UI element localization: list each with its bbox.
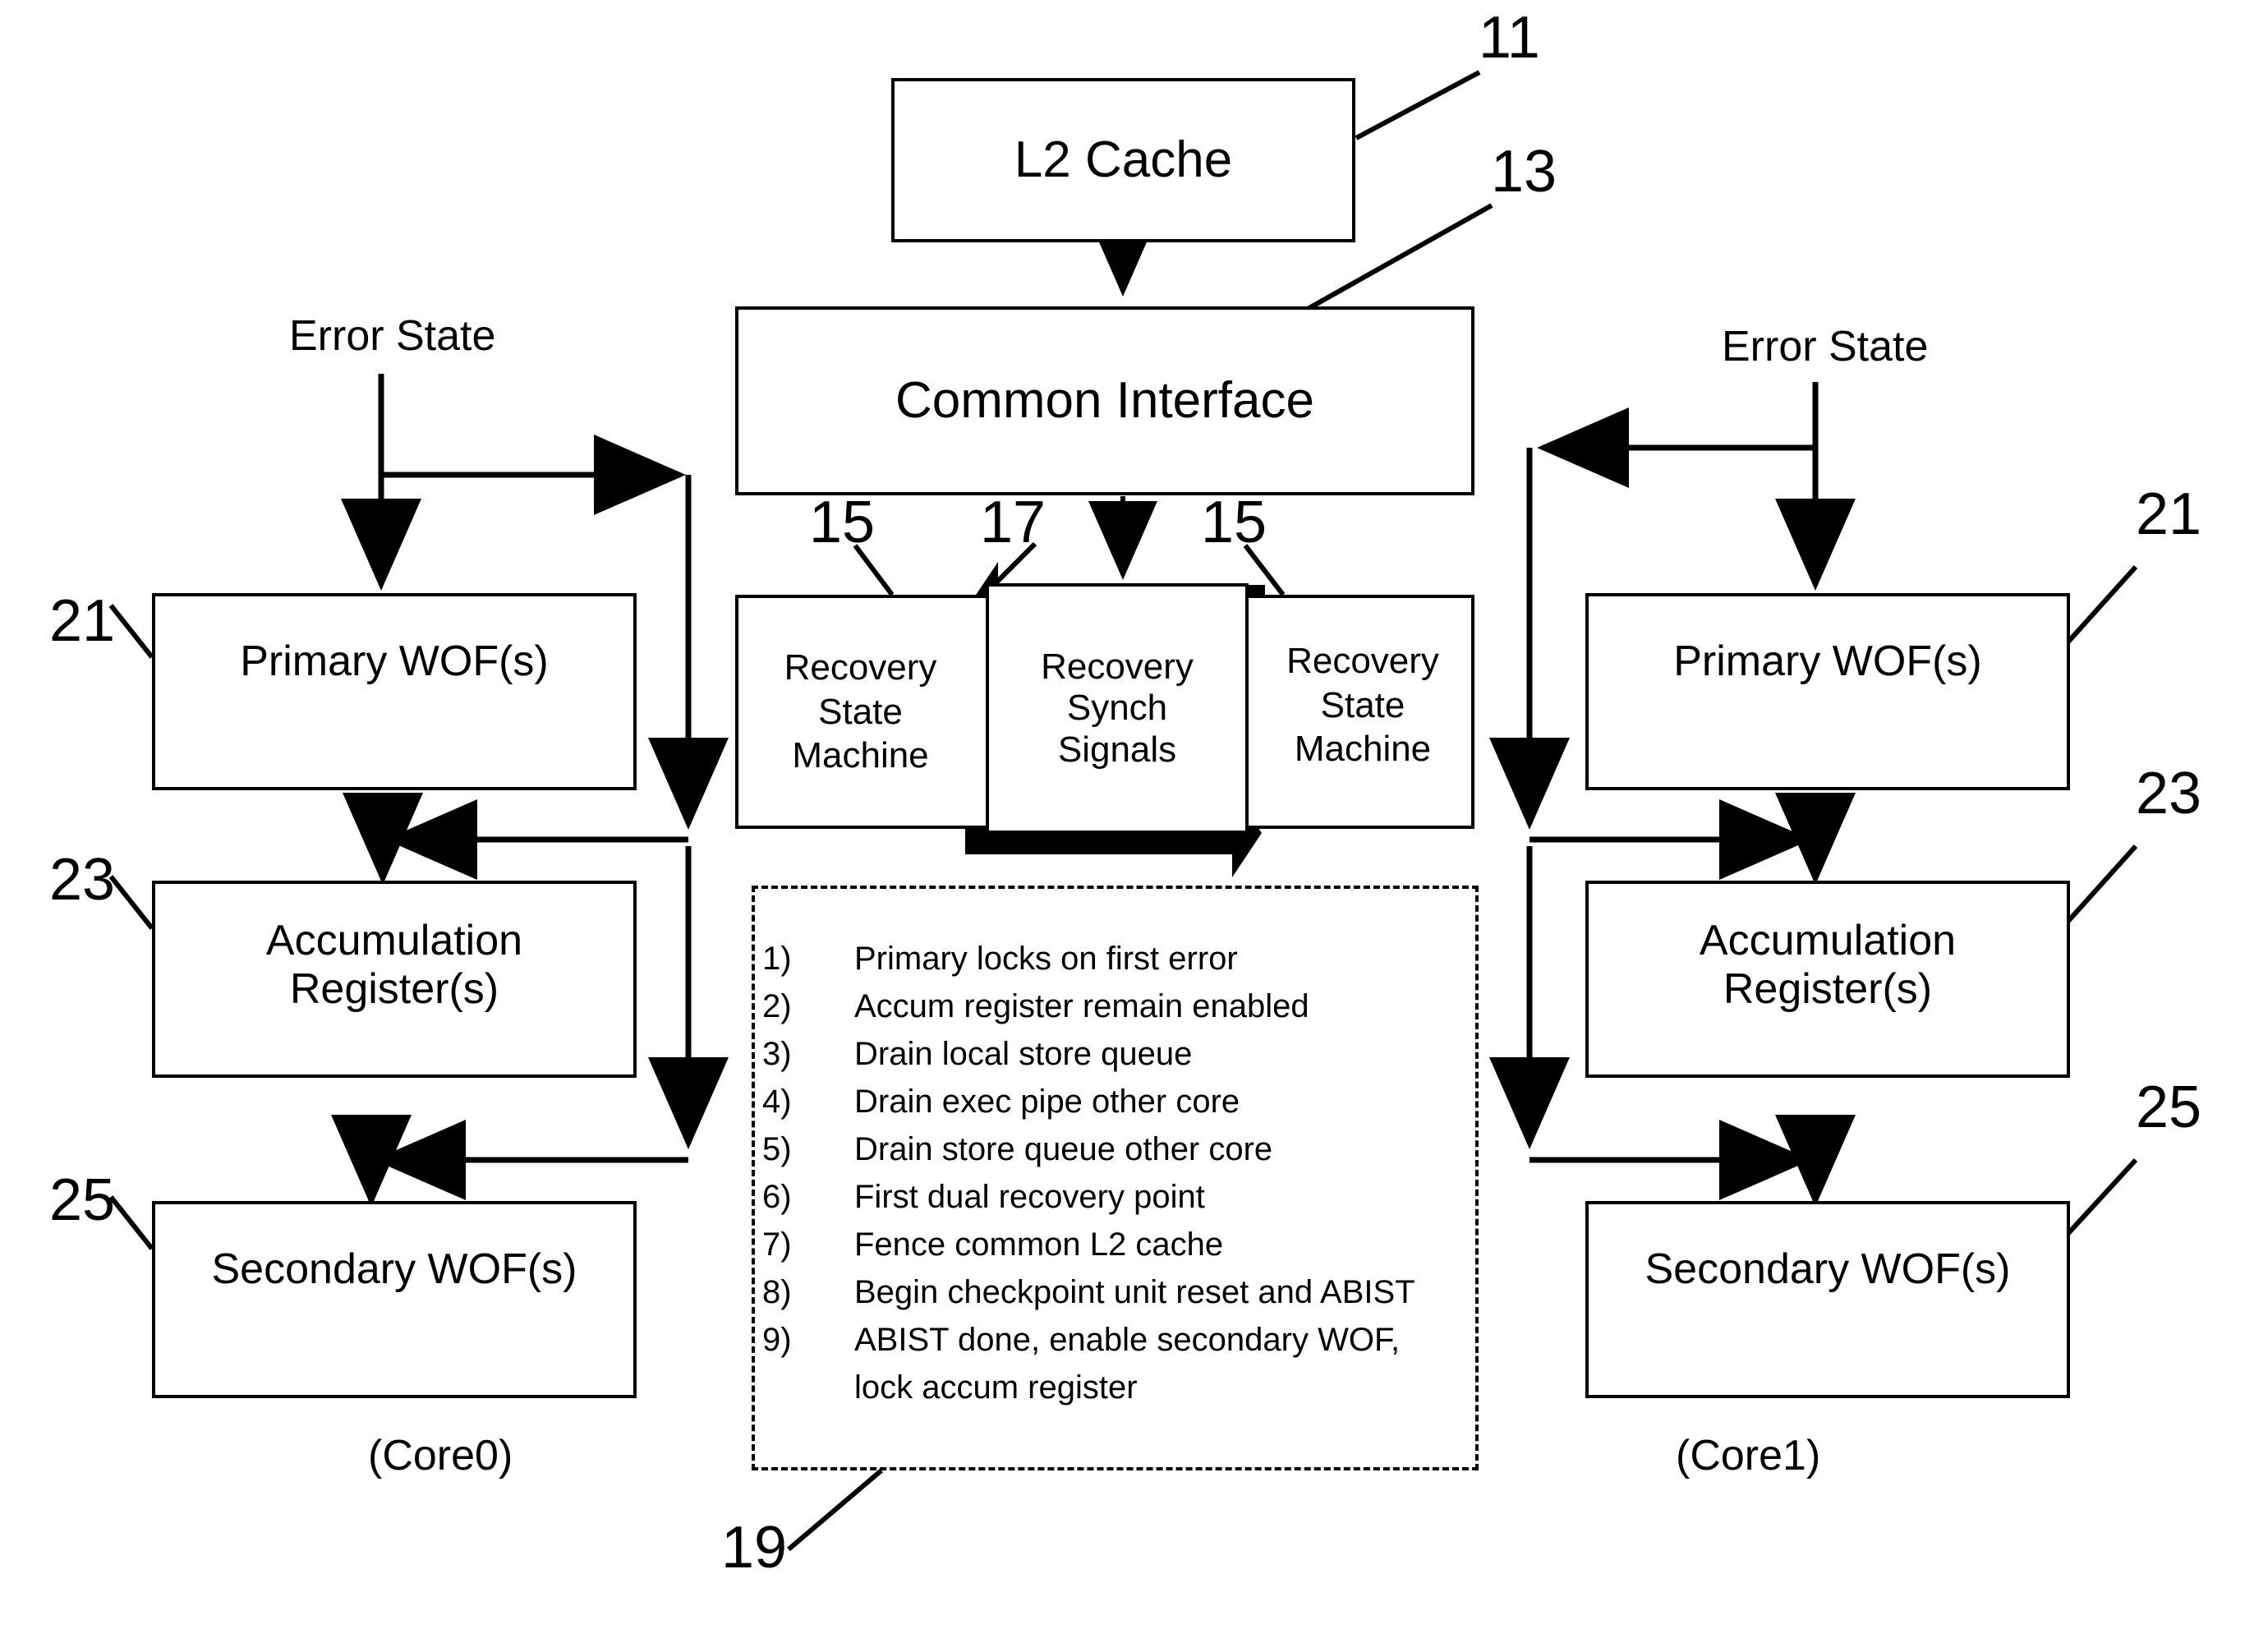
list-item-number: 5) xyxy=(762,1131,792,1167)
callout-leader-25-core0 xyxy=(108,1195,154,1250)
core0-error-state-label: Error State xyxy=(289,312,496,360)
list-item-number: 8) xyxy=(762,1274,792,1310)
list-item-text: Begin checkpoint unit reset and ABIST xyxy=(854,1274,1415,1310)
core0-secondary-wof-label: Secondary WOF(s) xyxy=(211,1245,577,1293)
list-item: 6) First dual recovery point xyxy=(762,1173,1473,1221)
core1-bus-to-secondary-wof xyxy=(1530,1115,1856,1207)
core0-primary-wof-box[interactable]: Primary WOF(s) xyxy=(152,593,637,790)
recovery-steps-list: 1) Primary locks on first error 2) Accum… xyxy=(762,935,1473,1411)
recovery-synch-signals-box[interactable]: Recovery Synch Signals xyxy=(986,583,1249,834)
list-item-number: 6) xyxy=(762,1179,792,1215)
core0-accumulation-register-box[interactable]: Accumulation Register(s) xyxy=(152,881,637,1078)
callout-19: 19 xyxy=(721,1515,788,1581)
list-item: 5) Drain store queue other core xyxy=(762,1125,1473,1173)
core0-accumulation-register-label: Accumulation Register(s) xyxy=(265,917,523,1014)
callout-leader-21-core0 xyxy=(108,604,154,659)
list-item-continuation: lock accum register xyxy=(854,1369,1138,1406)
core1-secondary-wof-label: Secondary WOF(s) xyxy=(1644,1245,2011,1293)
list-item: 3) Drain local store queue xyxy=(762,1030,1473,1078)
list-item-number: 1) xyxy=(762,941,792,977)
recovery-state-machine-left-label: Recovery State Machine xyxy=(784,647,937,776)
callout-leader-11 xyxy=(1355,70,1481,140)
list-item: 2) Accum register remain enabled xyxy=(762,982,1473,1030)
core1-primary-wof-label: Primary WOF(s) xyxy=(1673,637,1982,685)
list-item: 1) Primary locks on first error xyxy=(762,935,1473,982)
list-item-text: Accum register remain enabled xyxy=(854,988,1309,1024)
list-item: 8) Begin checkpoint unit reset and ABIST xyxy=(762,1268,1473,1316)
core1-accumulation-register-box[interactable]: Accumulation Register(s) xyxy=(1585,881,2070,1078)
list-item-number: 3) xyxy=(762,1036,792,1072)
list-item: 7) Fence common L2 cache xyxy=(762,1221,1473,1268)
core1-error-state-routing xyxy=(1537,382,1856,591)
list-item-text: Primary locks on first error xyxy=(854,941,1238,977)
core0-error-state-routing xyxy=(341,374,686,591)
recovery-state-machine-left[interactable]: Recovery State Machine xyxy=(743,600,978,824)
callout-23-core1: 23 xyxy=(2136,761,2202,826)
callout-leader-25-core1 xyxy=(2059,1157,2138,1243)
list-item: 4) Drain exec pipe other core xyxy=(762,1078,1473,1125)
core1-bus-to-accumulation-register xyxy=(1530,793,1856,885)
recovery-state-machine-right[interactable]: Recovery State Machine xyxy=(1255,593,1470,817)
list-item-text: ABIST done, enable secondary WOF, xyxy=(854,1322,1401,1358)
callout-leader-21-core1 xyxy=(2059,564,2138,651)
l2-cache-box[interactable]: L2 Cache xyxy=(891,78,1355,242)
list-item-text: Drain store queue other core xyxy=(854,1131,1273,1167)
callout-25-core1: 25 xyxy=(2136,1074,2202,1140)
l2-cache-label: L2 Cache xyxy=(1014,131,1233,188)
figure-canvas: L2 Cache 11 Common Interface 13 Recovery… xyxy=(0,0,2254,1652)
callout-11: 11 xyxy=(1479,5,1540,71)
core1-error-state-label: Error State xyxy=(1722,323,1929,370)
list-item: 9) ABIST done, enable secondary WOF, xyxy=(762,1316,1473,1364)
common-interface-label: Common Interface xyxy=(895,371,1314,429)
callout-23-core0: 23 xyxy=(49,847,116,913)
list-item-number: 7) xyxy=(762,1226,792,1263)
core0-bus-to-secondary-wof xyxy=(331,1115,688,1207)
callout-21-core0: 21 xyxy=(49,588,116,654)
callout-17: 17 xyxy=(980,490,1046,555)
core1-footer-label: (Core1) xyxy=(1676,1432,1821,1479)
core0-primary-wof-label: Primary WOF(s) xyxy=(240,637,549,685)
callout-25-core0: 25 xyxy=(49,1167,116,1233)
callout-15-left: 15 xyxy=(809,490,876,555)
core1-primary-wof-box[interactable]: Primary WOF(s) xyxy=(1585,593,2070,790)
core1-secondary-wof-box[interactable]: Secondary WOF(s) xyxy=(1585,1201,2070,1398)
list-item-number: 2) xyxy=(762,988,792,1024)
recovery-synch-signals-label: Recovery Synch Signals xyxy=(1041,647,1194,770)
list-item-number: 4) xyxy=(762,1084,792,1120)
callout-13: 13 xyxy=(1491,139,1557,205)
list-item-text: Drain local store queue xyxy=(854,1036,1193,1072)
common-interface-box[interactable]: Common Interface xyxy=(735,306,1474,495)
callout-15-right: 15 xyxy=(1201,490,1267,555)
list-item-text: Drain exec pipe other core xyxy=(854,1084,1240,1120)
callout-leader-19 xyxy=(787,1468,883,1552)
list-item-text: First dual recovery point xyxy=(854,1179,1205,1215)
list-item-text: Fence common L2 cache xyxy=(854,1226,1224,1263)
core0-bus-to-accumulation-register xyxy=(343,793,688,885)
core1-accumulation-register-label: Accumulation Register(s) xyxy=(1699,917,1957,1014)
recovery-state-machine-right-label: Recovery State Machine xyxy=(1286,640,1439,770)
list-item-number: 9) xyxy=(762,1322,792,1358)
callout-21-core1: 21 xyxy=(2136,481,2202,547)
core0-secondary-wof-box[interactable]: Secondary WOF(s) xyxy=(152,1201,637,1398)
core0-footer-label: (Core0) xyxy=(368,1432,513,1479)
callout-leader-23-core1 xyxy=(2059,844,2138,931)
callout-leader-23-core0 xyxy=(108,875,154,930)
